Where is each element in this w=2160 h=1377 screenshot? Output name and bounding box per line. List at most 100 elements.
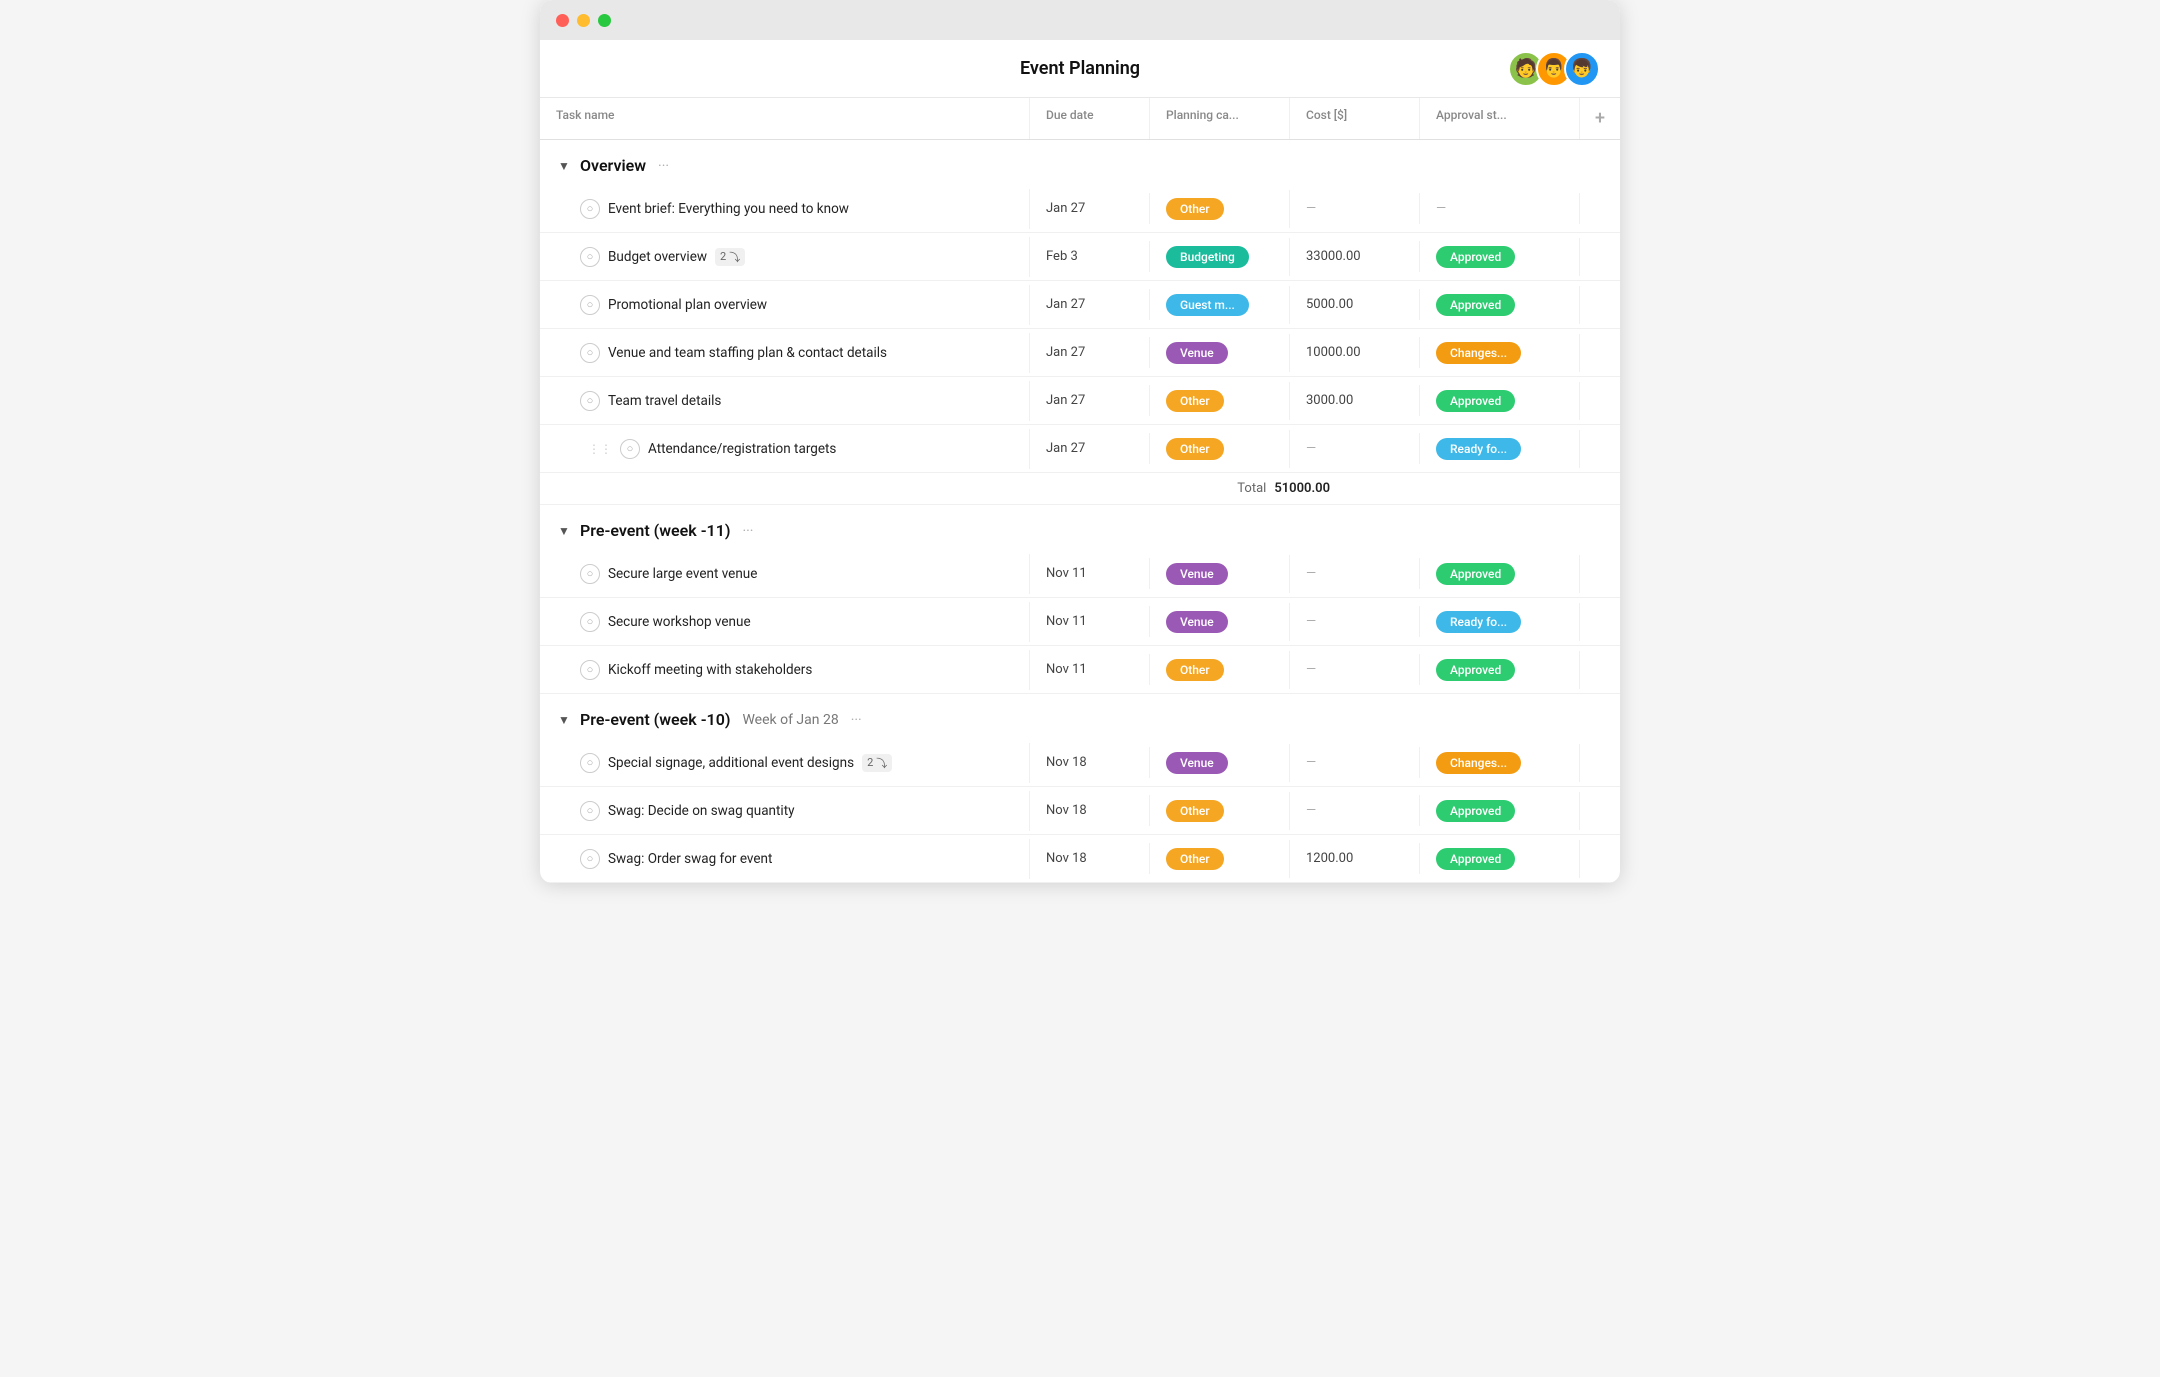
task-name-cell: ○ Venue and team staffing plan & contact…: [540, 333, 1030, 373]
drag-handle[interactable]: ⋮⋮: [580, 442, 612, 456]
subtask-badge[interactable]: 2 ⤵: [862, 754, 892, 772]
category-badge[interactable]: Other: [1166, 438, 1224, 460]
minimize-button[interactable]: [577, 14, 590, 27]
category-cell: Budgeting: [1150, 238, 1290, 276]
task-check[interactable]: ○: [580, 247, 600, 267]
category-badge[interactable]: Other: [1166, 659, 1224, 681]
due-date-cell: Nov 11: [1030, 654, 1150, 685]
task-name: Attendance/registration targets: [648, 441, 836, 457]
task-check[interactable]: ○: [580, 660, 600, 680]
subtask-badge[interactable]: 2 ⤵: [715, 248, 745, 266]
task-name: Promotional plan overview: [608, 297, 767, 313]
cost-cell: —: [1290, 433, 1420, 464]
task-check[interactable]: ○: [580, 295, 600, 315]
task-check[interactable]: ○: [580, 849, 600, 869]
task-name-cell: ○ Swag: Order swag for event: [540, 839, 1030, 879]
section-overview-header: ▼ Overview ···: [540, 140, 1620, 185]
task-name-cell: ○ Secure large event venue: [540, 554, 1030, 594]
section-pre11-dots[interactable]: ···: [742, 523, 753, 539]
cost-cell: —: [1290, 747, 1420, 778]
task-name-cell: ○ Event brief: Everything you need to kn…: [540, 189, 1030, 229]
category-cell: Other: [1150, 430, 1290, 468]
col-task-name[interactable]: Task name: [540, 98, 1030, 139]
section-pre10-dots[interactable]: ···: [851, 712, 862, 728]
approval-badge[interactable]: Changes...: [1436, 342, 1521, 364]
task-name-cell: ○ Kickoff meeting with stakeholders: [540, 650, 1030, 690]
approval-badge[interactable]: Changes...: [1436, 752, 1521, 774]
action-cell: [1580, 345, 1620, 361]
total-row: Total 51000.00: [540, 473, 1620, 505]
subtask-count: 2: [867, 756, 873, 769]
task-check[interactable]: ○: [580, 343, 600, 363]
category-cell: Venue: [1150, 603, 1290, 641]
due-date-cell: Nov 18: [1030, 747, 1150, 778]
approval-badge[interactable]: Approved: [1436, 659, 1515, 681]
category-badge[interactable]: Guest m...: [1166, 294, 1249, 316]
task-check[interactable]: ○: [620, 439, 640, 459]
category-cell: Other: [1150, 190, 1290, 228]
table-row: ○ Kickoff meeting with stakeholders Nov …: [540, 646, 1620, 694]
section-overview-toggle[interactable]: ▼: [556, 158, 572, 174]
approval-cell: Changes...: [1420, 334, 1580, 372]
due-date-cell: Jan 27: [1030, 337, 1150, 368]
approval-badge[interactable]: Approved: [1436, 246, 1515, 268]
category-badge[interactable]: Other: [1166, 390, 1224, 412]
task-check[interactable]: ○: [580, 391, 600, 411]
category-badge[interactable]: Venue: [1166, 611, 1228, 633]
cost-cell: 5000.00: [1290, 289, 1420, 320]
action-cell: [1580, 297, 1620, 313]
due-date-cell: Jan 27: [1030, 433, 1150, 464]
col-due-date[interactable]: Due date: [1030, 98, 1150, 139]
approval-badge[interactable]: Ready fo...: [1436, 438, 1521, 460]
approval-badge[interactable]: Approved: [1436, 563, 1515, 585]
approval-badge[interactable]: Ready fo...: [1436, 611, 1521, 633]
task-check[interactable]: ○: [580, 753, 600, 773]
task-name-cell: ○ Budget overview 2 ⤵: [540, 237, 1030, 277]
col-cost[interactable]: Cost [$]: [1290, 98, 1420, 139]
category-badge[interactable]: Other: [1166, 198, 1224, 220]
category-badge[interactable]: Venue: [1166, 752, 1228, 774]
section-overview-dots[interactable]: ···: [658, 158, 669, 174]
task-name: Special signage, additional event design…: [608, 755, 854, 771]
table-row: ⋮⋮ ○ Attendance/registration targets Jan…: [540, 425, 1620, 473]
category-badge[interactable]: Other: [1166, 848, 1224, 870]
table-row: ○ Promotional plan overview Jan 27 Guest…: [540, 281, 1620, 329]
section-pre11-title: Pre-event (week -11): [580, 521, 730, 540]
approval-cell: Approved: [1420, 840, 1580, 878]
category-badge[interactable]: Budgeting: [1166, 246, 1249, 268]
table-row: ○ Secure workshop venue Nov 11 Venue — R…: [540, 598, 1620, 646]
section-overview-title: Overview: [580, 156, 646, 175]
approval-badge[interactable]: Approved: [1436, 390, 1515, 412]
cost-cell: —: [1290, 795, 1420, 826]
approval-badge[interactable]: Approved: [1436, 848, 1515, 870]
cost-cell: 10000.00: [1290, 337, 1420, 368]
task-check[interactable]: ○: [580, 801, 600, 821]
task-check[interactable]: ○: [580, 612, 600, 632]
table-row: ○ Budget overview 2 ⤵ Feb 3 Budgeting 33…: [540, 233, 1620, 281]
section-pre10-title: Pre-event (week -10): [580, 710, 730, 729]
category-badge[interactable]: Venue: [1166, 342, 1228, 364]
category-badge[interactable]: Venue: [1166, 563, 1228, 585]
category-badge[interactable]: Other: [1166, 800, 1224, 822]
section-pre11-toggle[interactable]: ▼: [556, 523, 572, 539]
subtask-count: 2: [720, 250, 726, 263]
cost-cell: 3000.00: [1290, 385, 1420, 416]
avatar-3[interactable]: 👦: [1564, 51, 1600, 87]
approval-cell: Approved: [1420, 555, 1580, 593]
maximize-button[interactable]: [598, 14, 611, 27]
col-planning-cat[interactable]: Planning ca...: [1150, 98, 1290, 139]
approval-badge[interactable]: Approved: [1436, 294, 1515, 316]
task-check[interactable]: ○: [580, 199, 600, 219]
section-pre10-toggle[interactable]: ▼: [556, 712, 572, 728]
add-column-button[interactable]: +: [1580, 98, 1620, 139]
category-cell: Venue: [1150, 334, 1290, 372]
close-button[interactable]: [556, 14, 569, 27]
action-cell: [1580, 441, 1620, 457]
task-name: Swag: Order swag for event: [608, 851, 772, 867]
action-cell: [1580, 662, 1620, 678]
approval-badge[interactable]: Approved: [1436, 800, 1515, 822]
table-row: ○ Special signage, additional event desi…: [540, 739, 1620, 787]
category-cell: Venue: [1150, 744, 1290, 782]
task-check[interactable]: ○: [580, 564, 600, 584]
col-approval[interactable]: Approval st...: [1420, 98, 1580, 139]
